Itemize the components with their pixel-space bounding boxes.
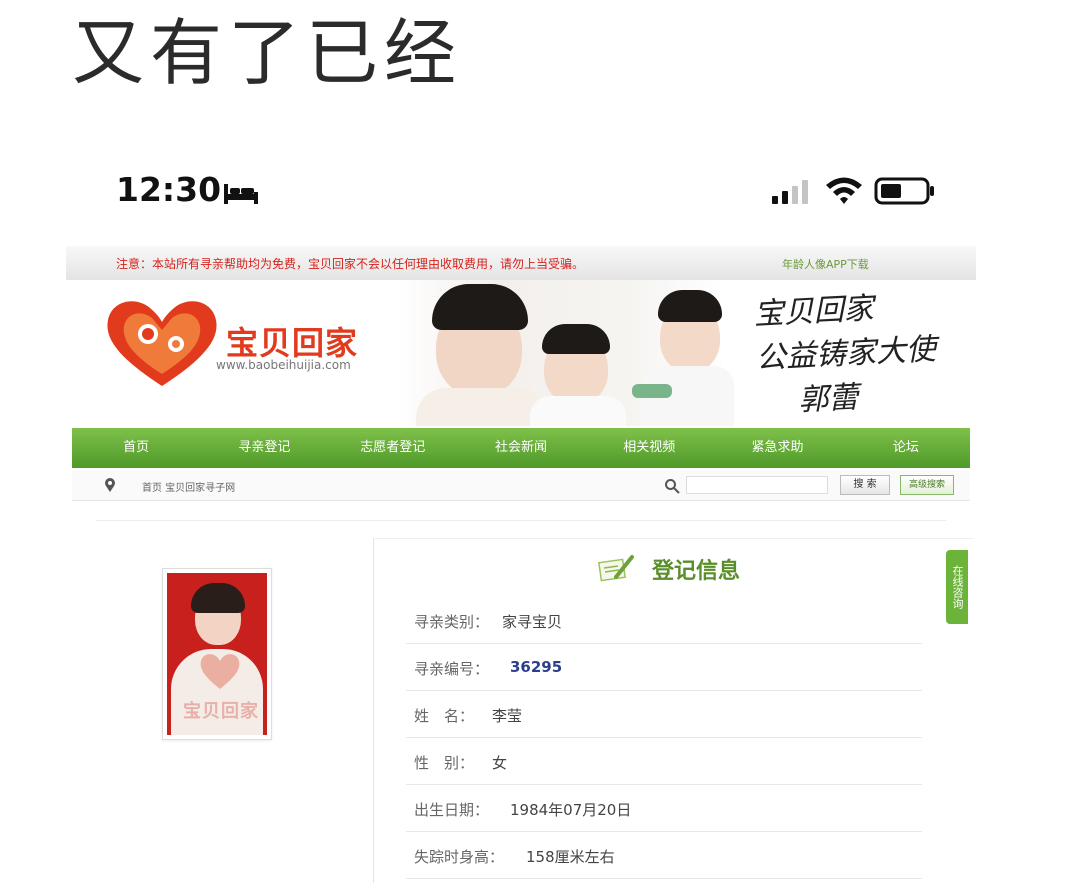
webpage-screenshot: 注意：本站所有寻亲帮助均为免费，宝贝回家不会以任何理由收取费用，请勿上当受骗。 … bbox=[66, 238, 976, 883]
breadcrumb[interactable]: 首页 宝贝回家寻子网 bbox=[142, 479, 235, 494]
row-value: 李莹 bbox=[492, 707, 523, 725]
pencil-paper-icon bbox=[598, 555, 634, 582]
info-row-category: 寻亲类别： 家寻宝贝 bbox=[406, 597, 922, 644]
signal-icon bbox=[772, 180, 808, 204]
toy bbox=[632, 384, 672, 398]
logo-url: www.baobeihuijia.com bbox=[216, 358, 351, 372]
row-value: 1984年07月20日 bbox=[510, 801, 632, 819]
info-row-name: 姓 名： 李莹 bbox=[406, 691, 922, 738]
heart-logo-icon[interactable] bbox=[102, 294, 222, 390]
row-value: 158厘米左右 bbox=[526, 848, 615, 866]
info-row-id: 寻亲编号： 36295 bbox=[406, 644, 922, 691]
row-label: 姓 名： bbox=[414, 707, 475, 725]
main-nav: 首页 寻亲登记 志愿者登记 社会新闻 相关视频 紧急求助 论坛 bbox=[72, 428, 970, 468]
info-row-height: 失踪时身高： 158厘米左右 bbox=[406, 832, 922, 879]
app-download-link[interactable]: 年龄人像APP下载 bbox=[782, 256, 869, 272]
content-divider bbox=[96, 520, 946, 521]
advanced-search-button[interactable]: 高级搜索 bbox=[900, 475, 954, 495]
info-row-gender: 性 别： 女 bbox=[406, 738, 922, 785]
info-row-birthdate: 出生日期： 1984年07月20日 bbox=[406, 785, 922, 832]
row-label: 性 别： bbox=[414, 754, 475, 772]
search-input[interactable] bbox=[686, 476, 828, 494]
row-value: 家寻宝贝 bbox=[502, 613, 563, 631]
row-label: 出生日期： bbox=[414, 801, 490, 819]
row-label: 寻亲类别： bbox=[414, 613, 490, 631]
missing-person-photo[interactable]: 宝贝回家 bbox=[162, 568, 272, 740]
child-shirt-1 bbox=[530, 396, 626, 426]
wifi-icon bbox=[826, 177, 862, 204]
woman-hair bbox=[432, 284, 528, 330]
photo-heart-icon bbox=[200, 654, 240, 689]
notice-bar: 注意：本站所有寻亲帮助均为免费，宝贝回家不会以任何理由收取费用，请勿上当受骗。 … bbox=[66, 246, 976, 281]
photo-watermark: 宝贝回家 bbox=[183, 701, 259, 722]
bed-icon bbox=[224, 184, 258, 204]
nav-item-forum[interactable]: 论坛 bbox=[842, 428, 970, 468]
row-label: 寻亲编号： bbox=[414, 660, 490, 678]
row-value: 女 bbox=[492, 754, 508, 772]
nav-item-news[interactable]: 社会新闻 bbox=[457, 428, 585, 468]
banner-photo bbox=[396, 280, 734, 426]
search-button[interactable]: 搜 索 bbox=[840, 475, 890, 495]
row-value: 36295 bbox=[510, 658, 563, 676]
site-banner: 宝贝回家 www.baobeihuijia.com 宝贝回家 公益铸家大使 郭蕾 bbox=[66, 280, 976, 426]
child-hair-2 bbox=[658, 290, 722, 322]
sub-toolbar: 首页 宝贝回家寻子网 搜 索 高级搜索 bbox=[72, 470, 970, 501]
nav-item-videos[interactable]: 相关视频 bbox=[585, 428, 713, 468]
photo-hair bbox=[191, 583, 245, 613]
battery-icon bbox=[874, 177, 934, 205]
nav-item-volunteer[interactable]: 志愿者登记 bbox=[329, 428, 457, 468]
nav-item-home[interactable]: 首页 bbox=[72, 428, 200, 468]
nav-item-register[interactable]: 寻亲登记 bbox=[200, 428, 328, 468]
registration-info-panel: 登记信息 寻亲类别： 家寻宝贝 寻亲编号： 36295 姓 名： 李莹 性 别：… bbox=[373, 538, 974, 883]
post-caption: 又有了已经 bbox=[72, 11, 463, 95]
online-consult-tab[interactable]: 在线咨询 bbox=[946, 550, 968, 624]
woman-shoulder bbox=[416, 388, 546, 426]
info-title: 登记信息 bbox=[652, 559, 741, 584]
nav-item-help[interactable]: 紧急求助 bbox=[713, 428, 841, 468]
child-hair-1 bbox=[542, 324, 610, 354]
location-pin-icon bbox=[105, 478, 115, 492]
row-label: 失踪时身高： bbox=[414, 848, 505, 866]
notice-text: 注意：本站所有寻亲帮助均为免费，宝贝回家不会以任何理由收取费用，请勿上当受骗。 bbox=[116, 257, 585, 271]
status-time: 12:30 bbox=[116, 170, 222, 209]
search-icon bbox=[665, 479, 680, 494]
calligraphy-text: 宝贝回家 公益铸家大使 郭蕾 bbox=[753, 283, 960, 425]
